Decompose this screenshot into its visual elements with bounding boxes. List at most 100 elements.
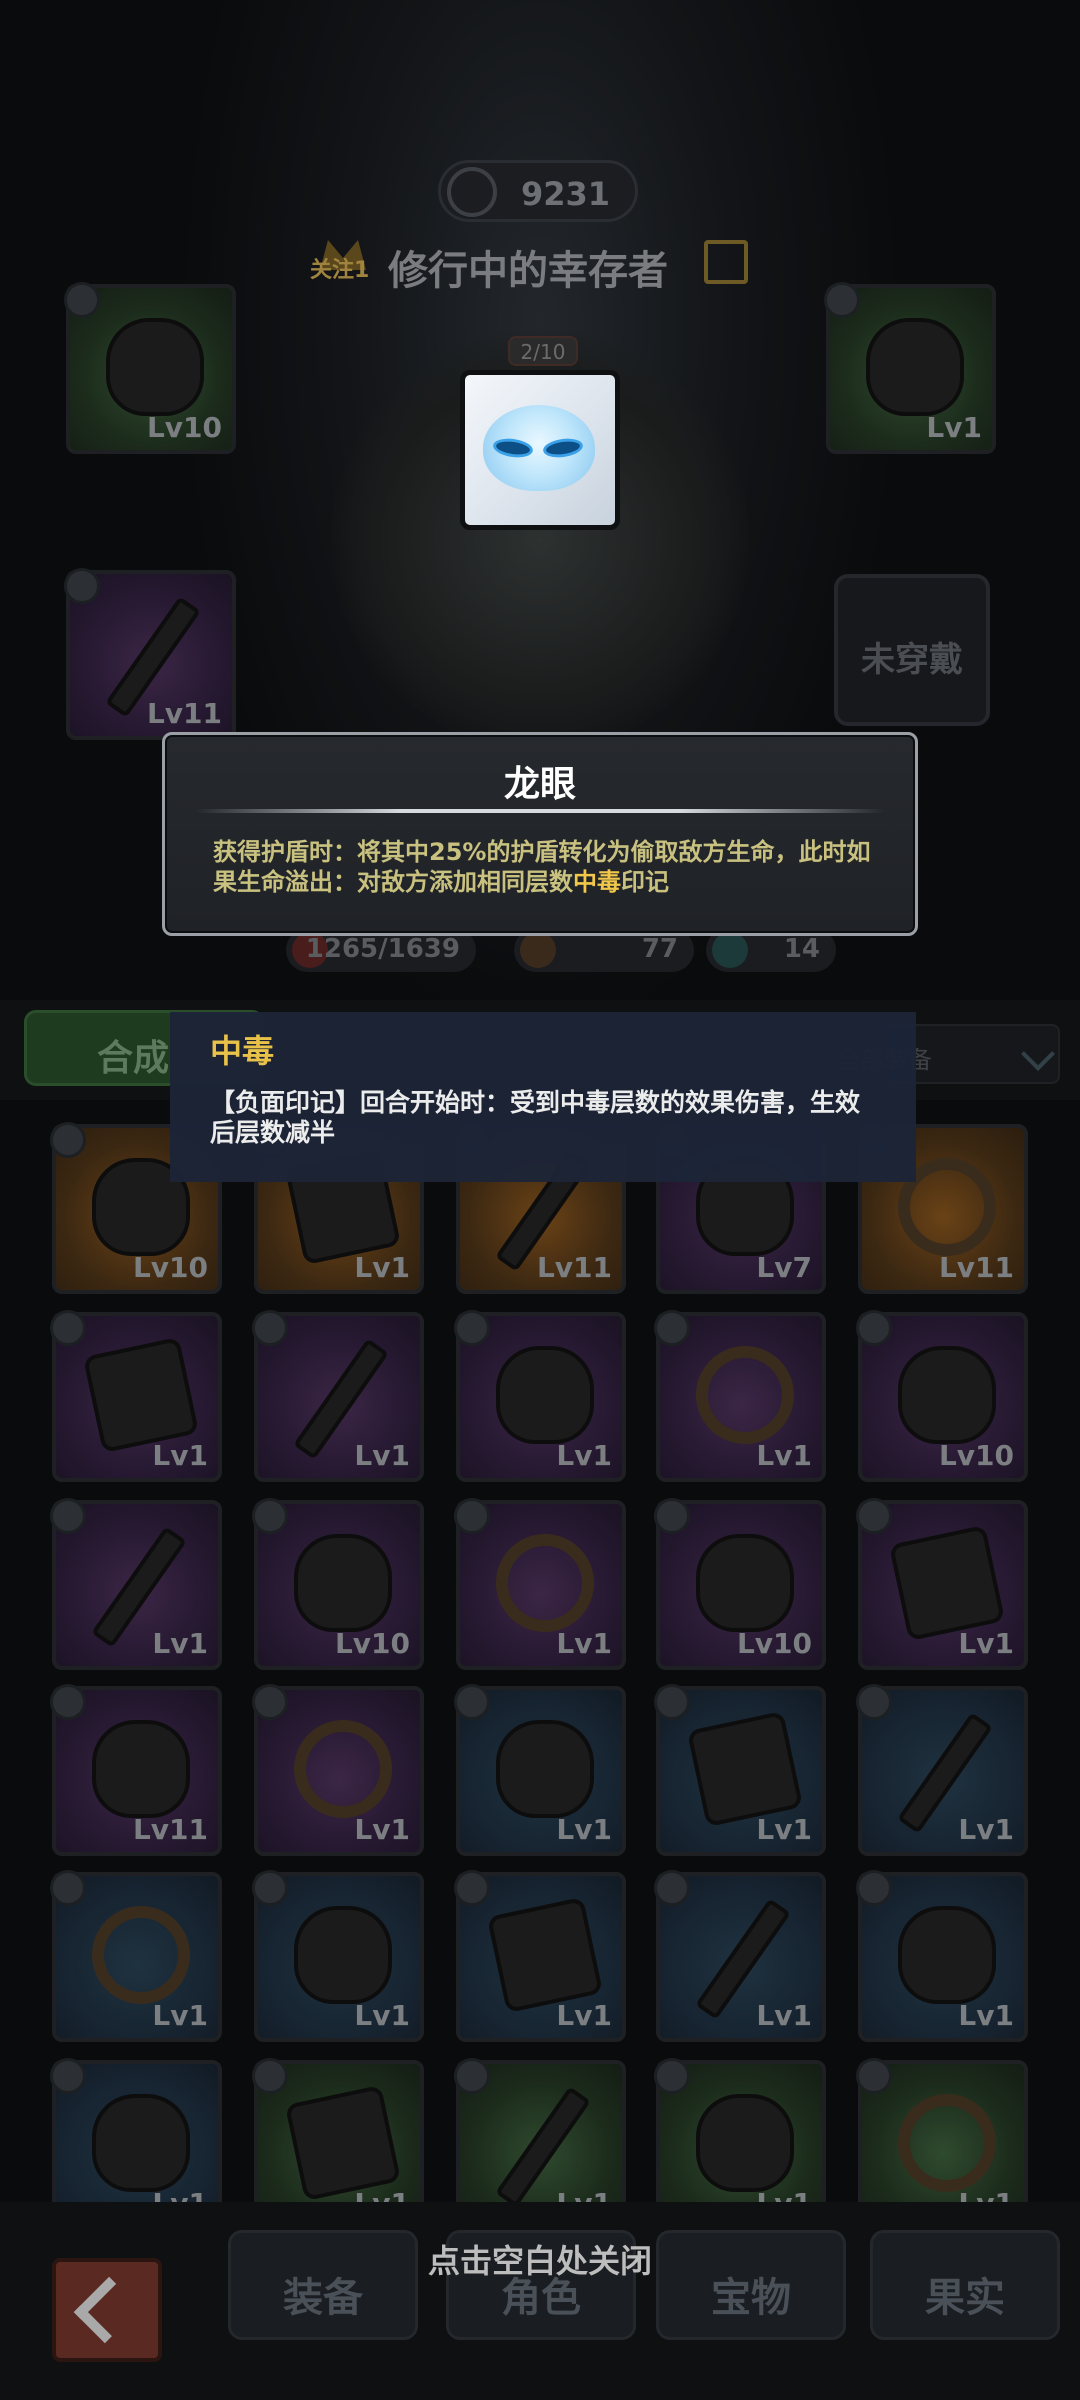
slot-type-icon	[50, 1498, 86, 1534]
item-icon	[92, 2094, 190, 2192]
equipped-slot-pet[interactable]: Lv1	[824, 282, 996, 454]
inventory-slot[interactable]: Lv1	[856, 1498, 1028, 1670]
item-level: Lv11	[146, 697, 222, 730]
desc-text: 获得护盾时：将其中25%的护盾转化为偷取敌方生命，此时如果生命溢出：对敌方添加相…	[213, 838, 871, 896]
inventory-slot[interactable]: Lv1	[654, 1310, 826, 1482]
item-level: Lv1	[152, 1439, 208, 1472]
inventory-slot[interactable]: Lv10	[856, 1310, 1028, 1482]
chicken-helmet-icon	[106, 318, 204, 416]
slot-type-icon	[824, 282, 860, 318]
hp-value: 1265/1639	[305, 934, 460, 964]
slot-type-icon	[252, 1498, 288, 1534]
inventory-slot[interactable]: Lv1	[856, 1684, 1028, 1856]
item-icon	[696, 1346, 794, 1444]
inventory-slot[interactable]: Lv1	[454, 1684, 626, 1856]
item-level: Lv1	[556, 1999, 612, 2032]
inventory-slot[interactable]: Lv1	[454, 1310, 626, 1482]
slot-type-icon	[50, 2058, 86, 2094]
inventory-slot[interactable]: Lv1	[252, 1684, 424, 1856]
item-tooltip: 龙眼 获得护盾时：将其中25%的护盾转化为偷取敌方生命，此时如果生命溢出：对敌方…	[162, 732, 918, 936]
slot-type-icon	[454, 1310, 490, 1346]
item-level: Lv1	[354, 1999, 410, 2032]
item-icon	[294, 1534, 392, 1632]
player-name: 修行中的幸存者	[388, 248, 668, 294]
item-icon	[696, 1534, 794, 1632]
item-level: Lv11	[536, 1251, 612, 1284]
item-level: Lv10	[132, 1251, 208, 1284]
slot-type-icon	[252, 1684, 288, 1720]
slot-type-icon	[454, 1498, 490, 1534]
item-level: Lv1	[756, 1439, 812, 1472]
edit-name-icon[interactable]	[704, 240, 748, 284]
slot-type-icon	[454, 2058, 490, 2094]
item-icon	[82, 1336, 200, 1454]
power-value: 9231	[521, 175, 611, 213]
item-level: Lv1	[958, 1627, 1014, 1660]
item-icon	[294, 1720, 392, 1818]
inventory-slot[interactable]: Lv1	[252, 1870, 424, 2042]
poison-keyword[interactable]: 中毒	[573, 868, 621, 896]
tooltip-description: 获得护盾时：将其中25%的护盾转化为偷取敌方生命，此时如果生命溢出：对敌方添加相…	[213, 837, 873, 897]
slot-type-icon	[654, 1684, 690, 1720]
shield-icon	[712, 932, 748, 968]
slot-type-icon	[654, 1310, 690, 1346]
follow-badge[interactable]: 关注1	[310, 230, 376, 294]
item-level: Lv1	[556, 1627, 612, 1660]
item-level: Lv11	[938, 1251, 1014, 1284]
item-icon	[496, 1534, 594, 1632]
slot-type-icon	[654, 1870, 690, 1906]
inventory-slot[interactable]: Lv11	[50, 1684, 222, 1856]
slot-type-icon	[856, 1310, 892, 1346]
slot-type-icon	[50, 1122, 86, 1158]
item-level: Lv1	[958, 1813, 1014, 1846]
inventory-slot[interactable]: Lv1	[252, 1310, 424, 1482]
synth-label: 合成	[97, 1038, 170, 1079]
inventory-slot[interactable]: Lv1	[454, 1870, 626, 2042]
item-level: Lv1	[756, 1813, 812, 1846]
slot-type-icon	[64, 282, 100, 318]
equipped-slot-helmet[interactable]: Lv10	[64, 282, 236, 454]
slot-type-icon	[252, 1870, 288, 1906]
inventory-slot[interactable]: Lv10	[654, 1498, 826, 1670]
mask-icon	[483, 405, 595, 491]
desc-suffix: 印记	[621, 868, 669, 896]
follow-label: 关注1	[310, 258, 370, 283]
inventory-slot[interactable]: Lv1	[454, 1498, 626, 1670]
back-arrow-icon	[73, 2276, 141, 2344]
mask-eye-right	[541, 436, 585, 460]
attack-value: 77	[641, 934, 678, 964]
slot-type-icon	[50, 1310, 86, 1346]
item-icon	[898, 1906, 996, 2004]
inventory-slot[interactable]: Lv1	[50, 1498, 222, 1670]
item-level: Lv1	[756, 1999, 812, 2032]
slot-type-icon	[856, 1498, 892, 1534]
item-icon	[686, 1710, 804, 1828]
slot-type-icon	[252, 1310, 288, 1346]
equipped-slot-weapon[interactable]: Lv11	[64, 568, 236, 740]
inventory-slot[interactable]: Lv1	[50, 1870, 222, 2042]
status-title: 中毒	[210, 1032, 275, 1070]
slot-type-icon	[454, 1684, 490, 1720]
defense-value: 14	[783, 934, 820, 964]
item-level: Lv1	[354, 1439, 410, 1472]
power-icon	[447, 167, 497, 217]
slot-type-icon	[64, 568, 100, 604]
inventory-slot[interactable]: Lv1	[654, 1870, 826, 2042]
item-icon	[92, 1906, 190, 2004]
item-level: Lv10	[334, 1627, 410, 1660]
item-level: Lv1	[354, 1813, 410, 1846]
inventory-slot[interactable]: Lv10	[252, 1498, 424, 1670]
empty-slot[interactable]: 未穿戴	[834, 574, 990, 726]
item-icon	[888, 1524, 1006, 1642]
close-hint: 点击空白处关闭	[427, 2242, 652, 2280]
item-level: Lv11	[132, 1813, 208, 1846]
inventory-slot[interactable]: Lv1	[50, 1310, 222, 1482]
inventory-slot[interactable]: Lv1	[654, 1684, 826, 1856]
item-level: Lv7	[756, 1251, 812, 1284]
item-icon	[696, 2094, 794, 2192]
slot-type-icon	[654, 1498, 690, 1534]
inventory-slot[interactable]: Lv1	[856, 1870, 1028, 2042]
unequipped-label: 未穿戴	[861, 640, 963, 680]
item-icon	[486, 1896, 604, 2014]
item-level: Lv1	[354, 1251, 410, 1284]
